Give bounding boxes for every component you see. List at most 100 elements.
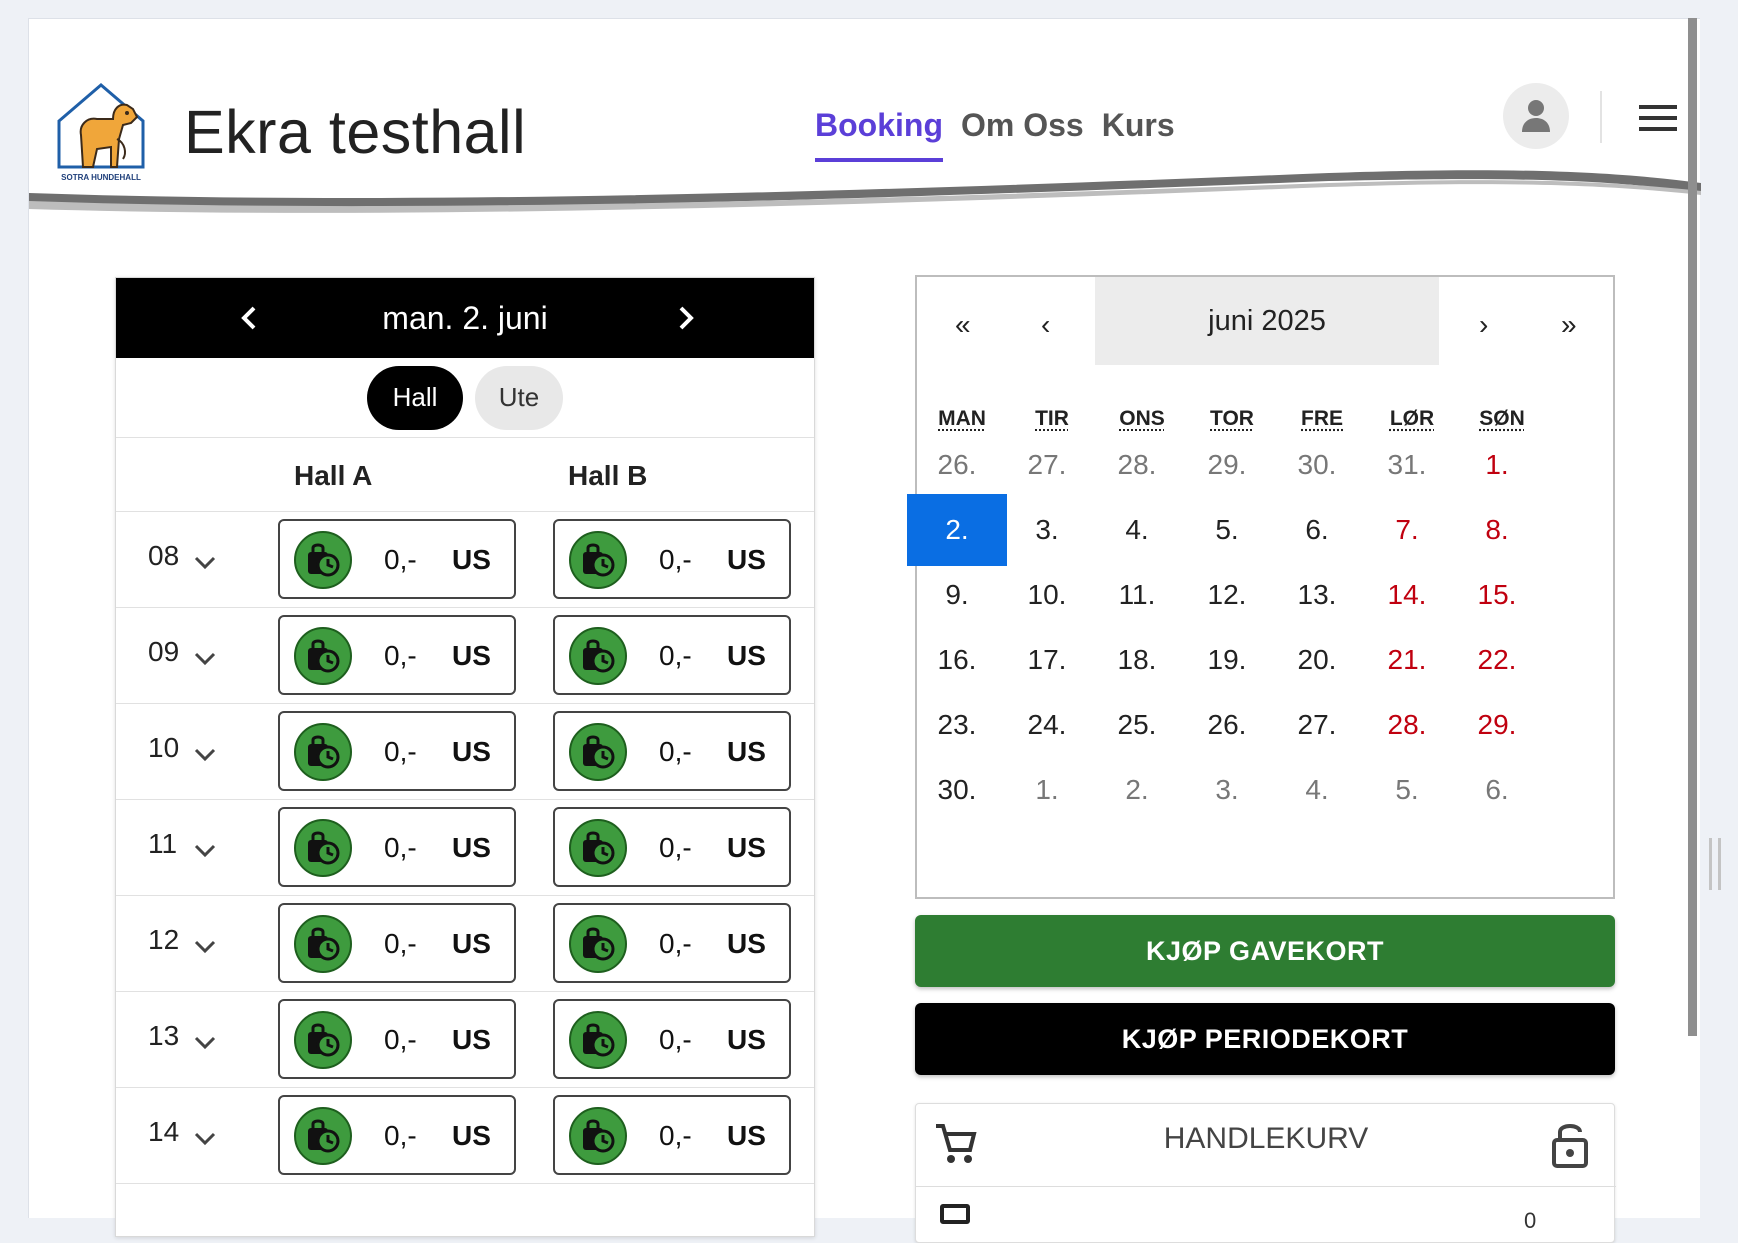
calendar-day[interactable]: 23. bbox=[907, 689, 1007, 761]
calendar-day[interactable]: 30. bbox=[1267, 429, 1367, 501]
slot-price: 0,- bbox=[384, 1024, 417, 1055]
calendar-day[interactable]: 3. bbox=[1177, 754, 1277, 826]
calendar-day[interactable]: 5. bbox=[1357, 754, 1457, 826]
booking-schedule: man. 2. juni Hall Ute Hall A Hall B 08 0,… bbox=[115, 277, 815, 1237]
calendar-day[interactable]: 4. bbox=[1087, 494, 1187, 566]
chevron-down-icon[interactable] bbox=[192, 1030, 218, 1056]
hour-label[interactable]: 13 bbox=[148, 1020, 179, 1052]
calendar-day[interactable]: 27. bbox=[997, 429, 1097, 501]
resize-handle[interactable] bbox=[1709, 838, 1721, 890]
calendar-day[interactable]: 13. bbox=[1267, 559, 1367, 631]
slot-price: 0,- bbox=[659, 736, 692, 767]
chevron-down-icon[interactable] bbox=[192, 550, 218, 576]
calendar-day[interactable]: 7. bbox=[1357, 494, 1457, 566]
calendar-day[interactable]: 30. bbox=[907, 754, 1007, 826]
calendar-day[interactable]: 22. bbox=[1447, 624, 1547, 696]
page-scrollbar[interactable] bbox=[1688, 18, 1697, 1036]
hour-row: 09 0,- US 0,- US bbox=[116, 608, 814, 704]
calendar-day[interactable]: 4. bbox=[1267, 754, 1367, 826]
user-avatar-button[interactable] bbox=[1503, 83, 1569, 149]
calendar-day[interactable]: 28. bbox=[1357, 689, 1457, 761]
hour-label[interactable]: 14 bbox=[148, 1116, 179, 1148]
venue-toggle: Hall Ute bbox=[116, 358, 814, 438]
hour-label[interactable]: 09 bbox=[148, 636, 179, 668]
calendar-day[interactable]: 25. bbox=[1087, 689, 1187, 761]
toggle-ute[interactable]: Ute bbox=[475, 365, 563, 430]
time-slot-hall-a[interactable]: 0,- US bbox=[278, 519, 516, 599]
time-slot-hall-a[interactable]: 0,- US bbox=[278, 999, 516, 1079]
time-slot-hall-b[interactable]: 0,- US bbox=[553, 519, 791, 599]
hour-label[interactable]: 12 bbox=[148, 924, 179, 956]
calendar-day[interactable]: 29. bbox=[1447, 689, 1547, 761]
calendar-day[interactable]: 14. bbox=[1357, 559, 1457, 631]
time-slot-hall-b[interactable]: 0,- US bbox=[553, 807, 791, 887]
calendar-day[interactable]: 6. bbox=[1447, 754, 1547, 826]
slot-unit: US bbox=[727, 928, 766, 959]
time-slot-hall-b[interactable]: 0,- US bbox=[553, 1095, 791, 1175]
slot-unit: US bbox=[452, 832, 491, 863]
calendar-day[interactable]: 17. bbox=[997, 624, 1097, 696]
slot-price: 0,- bbox=[384, 832, 417, 863]
calendar-day[interactable]: 12. bbox=[1177, 559, 1277, 631]
shopping-bag-clock-icon bbox=[294, 819, 352, 877]
chevron-down-icon[interactable] bbox=[192, 646, 218, 672]
calendar-day[interactable]: 16. bbox=[907, 624, 1007, 696]
calendar-day[interactable]: 8. bbox=[1447, 494, 1547, 566]
calendar-day[interactable]: 6. bbox=[1267, 494, 1367, 566]
calendar-day[interactable]: 19. bbox=[1177, 624, 1277, 696]
time-slot-hall-b[interactable]: 0,- US bbox=[553, 615, 791, 695]
buy-gift-card-button[interactable]: KJØP GAVEKORT bbox=[915, 915, 1615, 987]
hall-header-row: Hall A Hall B bbox=[116, 438, 814, 512]
next-day-icon[interactable] bbox=[669, 302, 701, 334]
calendar-day[interactable]: 28. bbox=[1087, 429, 1187, 501]
calendar-day[interactable]: 2. bbox=[1087, 754, 1187, 826]
calendar-day[interactable]: 27. bbox=[1267, 689, 1367, 761]
calendar-day[interactable]: 9. bbox=[907, 559, 1007, 631]
chevron-down-icon[interactable] bbox=[192, 1126, 218, 1152]
calendar-day[interactable]: 31. bbox=[1357, 429, 1457, 501]
calendar-day[interactable]: 1. bbox=[1447, 429, 1547, 501]
time-slot-hall-a[interactable]: 0,- US bbox=[278, 615, 516, 695]
calendar-month-label[interactable]: juni 2025 bbox=[1095, 277, 1439, 365]
calendar-day[interactable]: 26. bbox=[1177, 689, 1277, 761]
calendar-day[interactable]: 15. bbox=[1447, 559, 1547, 631]
calendar-day[interactable]: 1. bbox=[997, 754, 1097, 826]
calendar-day[interactable]: 3. bbox=[997, 494, 1097, 566]
calendar-prev-year-button[interactable]: « bbox=[955, 309, 971, 341]
shopping-bag-clock-icon bbox=[294, 915, 352, 973]
toggle-hall[interactable]: Hall bbox=[367, 365, 463, 430]
calendar-day[interactable]: 29. bbox=[1177, 429, 1277, 501]
time-slot-hall-a[interactable]: 0,- US bbox=[278, 903, 516, 983]
calendar-next-month-button[interactable]: › bbox=[1479, 309, 1488, 341]
calendar-day[interactable]: 26. bbox=[907, 429, 1007, 501]
calendar-day[interactable]: 5. bbox=[1177, 494, 1277, 566]
chevron-down-icon[interactable] bbox=[192, 934, 218, 960]
calendar-prev-month-button[interactable]: ‹ bbox=[1041, 309, 1050, 341]
previous-day-icon[interactable] bbox=[234, 302, 266, 334]
unlocked-lock-icon[interactable] bbox=[1550, 1120, 1590, 1168]
time-slot-hall-b[interactable]: 0,- US bbox=[553, 711, 791, 791]
shopping-bag-clock-icon bbox=[569, 915, 627, 973]
chevron-down-icon[interactable] bbox=[192, 742, 218, 768]
hour-label[interactable]: 11 bbox=[148, 828, 177, 860]
buy-period-card-button[interactable]: KJØP PERIODEKORT bbox=[915, 1003, 1615, 1075]
calendar-next-year-button[interactable]: » bbox=[1561, 309, 1577, 341]
calendar-day[interactable]: 21. bbox=[1357, 624, 1457, 696]
time-slot-hall-a[interactable]: 0,- US bbox=[278, 711, 516, 791]
time-slot-hall-a[interactable]: 0,- US bbox=[278, 807, 516, 887]
hour-label[interactable]: 10 bbox=[148, 732, 179, 764]
shopping-bag-clock-icon bbox=[294, 1107, 352, 1165]
calendar-day[interactable]: 24. bbox=[997, 689, 1097, 761]
hamburger-menu-icon[interactable] bbox=[1637, 97, 1679, 139]
calendar-day[interactable]: 18. bbox=[1087, 624, 1187, 696]
hour-label[interactable]: 08 bbox=[148, 540, 179, 572]
calendar-day[interactable]: 2. bbox=[907, 494, 1007, 566]
chevron-down-icon[interactable] bbox=[192, 838, 218, 864]
slot-unit: US bbox=[727, 1024, 766, 1055]
time-slot-hall-b[interactable]: 0,- US bbox=[553, 903, 791, 983]
calendar-day[interactable]: 10. bbox=[997, 559, 1097, 631]
time-slot-hall-b[interactable]: 0,- US bbox=[553, 999, 791, 1079]
calendar-day[interactable]: 11. bbox=[1087, 559, 1187, 631]
time-slot-hall-a[interactable]: 0,- US bbox=[278, 1095, 516, 1175]
calendar-day[interactable]: 20. bbox=[1267, 624, 1367, 696]
